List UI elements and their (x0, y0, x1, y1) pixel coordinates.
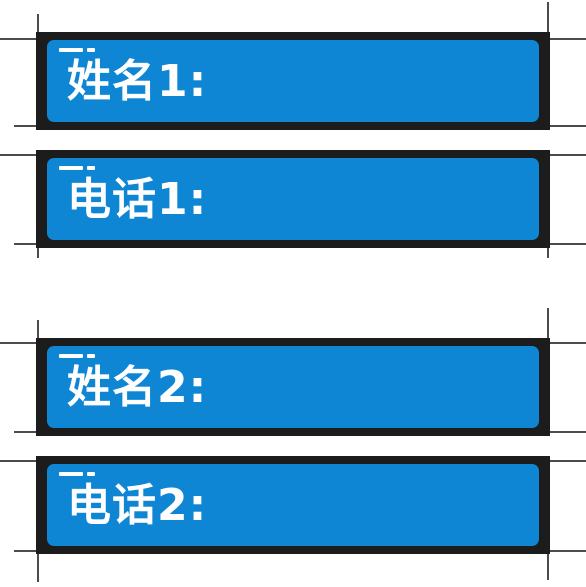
accent-dash (59, 472, 95, 476)
name-card-2: 姓名2: (36, 338, 550, 436)
accent-dash (59, 48, 95, 52)
name-card-1: 姓名1: (36, 32, 550, 130)
name-panel-1: 姓名1: (47, 40, 539, 122)
phone-card-1: 电话1: (36, 150, 550, 248)
name-panel-2: 姓名2: (47, 346, 539, 428)
phone-card-2: 电话2: (36, 456, 550, 554)
phone-panel-1: 电话1: (47, 158, 539, 240)
phone-label-1: 电话1: (67, 174, 208, 225)
phone-label-2: 电话2: (67, 480, 208, 531)
phone-panel-2: 电话2: (47, 464, 539, 546)
accent-dash (59, 166, 95, 170)
accent-dash (59, 354, 95, 358)
name-label-1: 姓名1: (67, 56, 208, 107)
name-label-2: 姓名2: (67, 362, 208, 413)
